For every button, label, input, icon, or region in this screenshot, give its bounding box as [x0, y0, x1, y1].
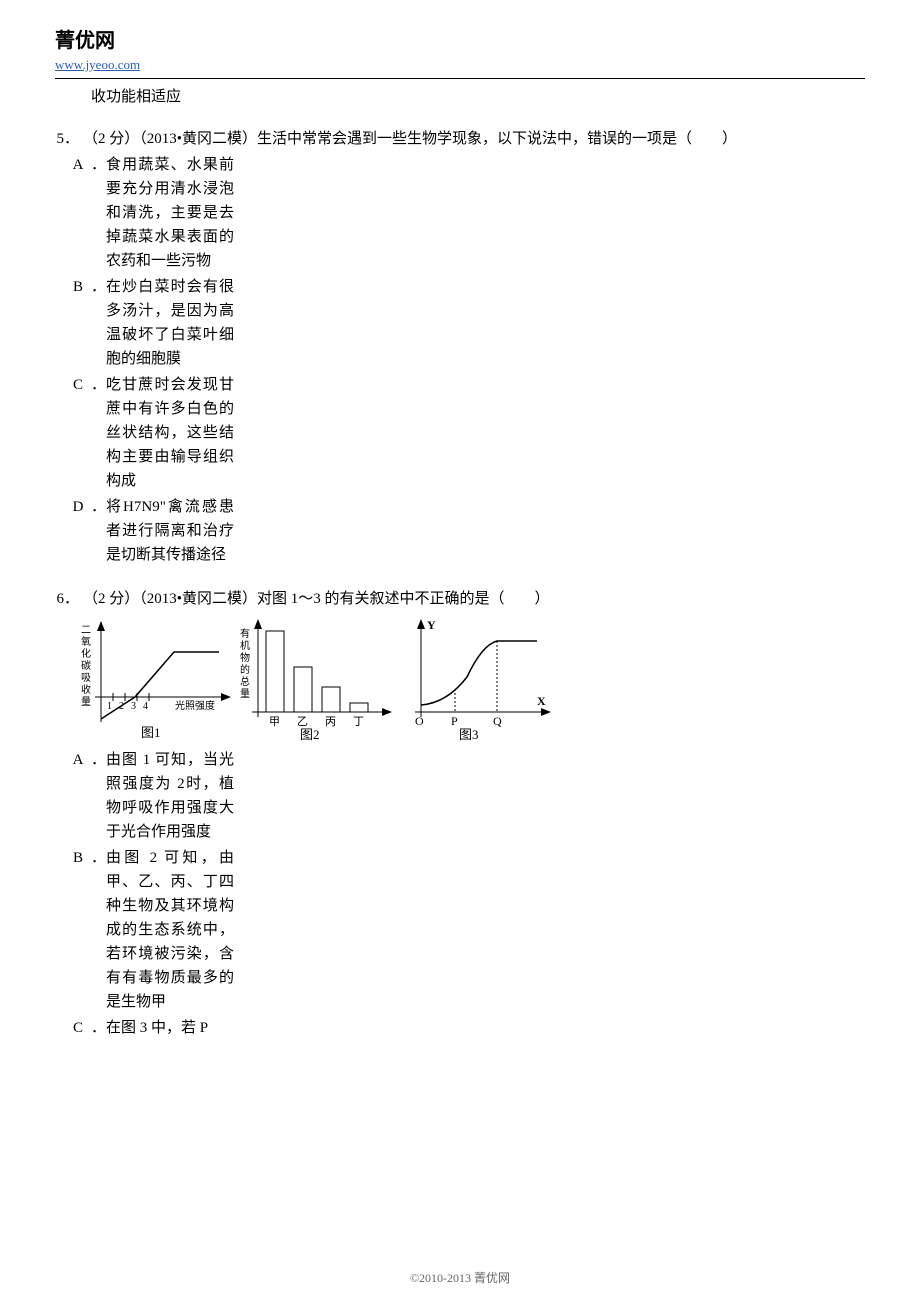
svg-text:收: 收 [81, 683, 91, 696]
svg-text:物: 物 [240, 651, 250, 664]
figure-2: 有 机 物 的 总 量 甲 乙 丙 丁 图2 [238, 617, 393, 742]
option-letter: D [65, 495, 91, 567]
svg-text:的: 的 [240, 663, 250, 676]
question-stem: （2 分）（2013•黄冈二模）生活中常常会遇到一些生物学现象，以下说法中，错误… [83, 127, 865, 151]
option-text: 在图 3 中，若 P [106, 1016, 234, 1040]
option-text: 将H7N9"禽流感患者进行隔离和治疗是切断其传播途径 [106, 495, 234, 567]
svg-text:Y: Y [427, 618, 436, 632]
figure-2-caption: 图2 [300, 727, 320, 742]
option-a[interactable]: A ． 由图 1 可知，当光照强度为 2时，植物呼吸作用强度大于光合作用强度 [65, 748, 865, 844]
svg-text:量: 量 [81, 696, 91, 708]
option-c[interactable]: C ． 吃甘蔗时会发现甘蔗中有许多白色的丝状结构，这些结构主要由输导组织构成 [65, 373, 865, 493]
svg-text:X: X [537, 694, 546, 708]
option-period: ． [91, 153, 106, 273]
header-rule [55, 78, 865, 79]
svg-text:量: 量 [240, 688, 250, 700]
option-text: 食用蔬菜、水果前要充分用清水浸泡和清洗，主要是去掉蔬菜水果表面的农药和一些污物 [106, 153, 234, 273]
question-stem: （2 分）（2013•黄冈二模）对图 1～3 的有关叙述中不正确的是（ ） [83, 587, 865, 611]
f1-y-label: 二 [81, 625, 91, 636]
option-letter: C [65, 373, 91, 493]
option-letter: C [65, 1016, 91, 1040]
svg-text:1: 1 [107, 701, 112, 712]
svg-text:机: 机 [240, 639, 250, 652]
option-period: ． [91, 748, 106, 844]
option-letter: A [65, 748, 91, 844]
option-a[interactable]: A ． 食用蔬菜、水果前要充分用清水浸泡和清洗，主要是去掉蔬菜水果表面的农药和一… [65, 153, 865, 273]
svg-text:3: 3 [131, 701, 136, 712]
svg-text:O: O [415, 714, 424, 728]
option-c[interactable]: C ． 在图 3 中，若 P [65, 1016, 865, 1040]
prev-question-tail: 收功能相适应 [91, 85, 865, 109]
option-letter: B [65, 846, 91, 1014]
question-number: 6． [55, 587, 83, 611]
svg-text:有: 有 [240, 627, 250, 640]
svg-text:4: 4 [143, 701, 148, 712]
option-letter: B [65, 275, 91, 371]
brand-url-link[interactable]: www.jyeoo.com [55, 55, 865, 76]
svg-text:氧: 氧 [81, 635, 91, 648]
option-period: ． [91, 846, 106, 1014]
svg-text:总: 总 [240, 675, 250, 688]
svg-text:化: 化 [81, 647, 91, 660]
figure-1: 二 氧 化 碳 吸 收 量 1 2 3 4 光照强度 图1 [79, 617, 234, 742]
option-text: 在炒白菜时会有很多汤汁，是因为高温破坏了白菜叶细胞的细胞膜 [106, 275, 234, 371]
question-5: 5． （2 分）（2013•黄冈二模）生活中常常会遇到一些生物学现象，以下说法中… [55, 127, 865, 151]
option-text: 由图 2 可知，由甲、乙、丙、丁四种生物及其环境构成的生态系统中，若环境被污染，… [106, 846, 234, 1014]
svg-text:吸: 吸 [81, 673, 91, 684]
option-b[interactable]: B ． 由图 2 可知，由甲、乙、丙、丁四种生物及其环境构成的生态系统中，若环境… [65, 846, 865, 1014]
option-period: ． [91, 1016, 106, 1040]
question-6: 6． （2 分）（2013•黄冈二模）对图 1～3 的有关叙述中不正确的是（ ） [55, 587, 865, 611]
svg-text:甲: 甲 [269, 716, 280, 728]
question-number: 5． [55, 127, 83, 151]
svg-text:Q: Q [493, 714, 502, 728]
figures-row: 二 氧 化 碳 吸 收 量 1 2 3 4 光照强度 图1 有 [79, 617, 865, 742]
figure-3-caption: 图3 [459, 727, 479, 742]
svg-text:丁: 丁 [353, 716, 364, 728]
option-d[interactable]: D ． 将H7N9"禽流感患者进行隔离和治疗是切断其传播途径 [65, 495, 865, 567]
svg-text:P: P [451, 714, 458, 728]
option-text: 吃甘蔗时会发现甘蔗中有许多白色的丝状结构，这些结构主要由输导组织构成 [106, 373, 234, 493]
figure-1-caption: 图1 [141, 725, 161, 740]
option-period: ． [91, 495, 106, 567]
option-letter: A [65, 153, 91, 273]
page-footer: ©2010-2013 菁优网 [0, 1269, 920, 1288]
option-text: 由图 1 可知，当光照强度为 2时，植物呼吸作用强度大于光合作用强度 [106, 748, 234, 844]
figure-3: Y X O P Q 图3 [397, 617, 552, 742]
option-period: ． [91, 373, 106, 493]
svg-text:丙: 丙 [325, 716, 336, 728]
svg-text:碳: 碳 [81, 659, 91, 672]
header-brand: 菁优网 www.jyeoo.com [55, 25, 865, 76]
option-b[interactable]: B ． 在炒白菜时会有很多汤汁，是因为高温破坏了白菜叶细胞的细胞膜 [65, 275, 865, 371]
f1-x-label: 光照强度 [175, 699, 215, 712]
option-period: ． [91, 275, 106, 371]
brand-name: 菁优网 [55, 25, 865, 57]
